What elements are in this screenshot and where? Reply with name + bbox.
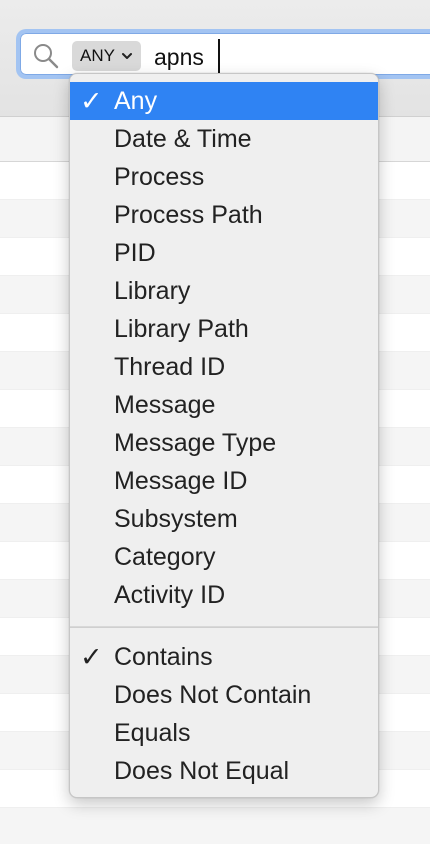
menu-item-date-and-time[interactable]: Date & Time: [70, 120, 378, 158]
checkmark-icon: ✓: [80, 642, 103, 672]
menu-item-label: Date & Time: [114, 125, 252, 153]
menu-item-subsystem[interactable]: Subsystem: [70, 500, 378, 538]
menu-item-label: Equals: [114, 719, 191, 747]
menu-item-label: Does Not Equal: [114, 757, 290, 785]
menu-item-label: Thread ID: [114, 353, 226, 381]
menu-item-library[interactable]: Library: [70, 272, 378, 310]
menu-item-thread-id[interactable]: Thread ID: [70, 348, 378, 386]
search-input[interactable]: apns: [154, 42, 204, 72]
menu-item-message-id[interactable]: Message ID: [70, 462, 378, 500]
menu-item-process-path[interactable]: Process Path: [70, 196, 378, 234]
search-field-menu: ✓ Any Date & Time Process Process Path PID Lib…: [69, 73, 379, 798]
menu-item-label: Process: [114, 163, 205, 191]
menu-item-label: Library Path: [114, 315, 249, 343]
menu-item-label: Process Path: [114, 201, 263, 229]
menu-separator: [70, 626, 378, 628]
menu-item-does-not-equal[interactable]: Does Not Equal: [70, 752, 378, 790]
menu-item-any[interactable]: ✓ Any: [70, 82, 378, 120]
menu-item-category[interactable]: Category: [70, 538, 378, 576]
menu-item-label: Message Type: [114, 429, 277, 457]
menu-item-activity-id[interactable]: Activity ID: [70, 576, 378, 614]
menu-item-message[interactable]: Message: [70, 386, 378, 424]
menu-item-label: PID: [114, 239, 156, 267]
menu-item-label: Message ID: [114, 467, 248, 495]
search-field[interactable]: ANY apns: [16, 29, 430, 79]
console-window: ANY apns ✓ Any Date & Time Process Process P…: [0, 0, 430, 844]
text-cursor: [218, 39, 220, 73]
checkmark-icon: ✓: [80, 86, 103, 116]
menu-item-label: Contains: [114, 643, 213, 671]
menu-item-label: Category: [114, 543, 216, 571]
menu-item-contains[interactable]: ✓ Contains: [70, 638, 378, 676]
menu-item-label: Does Not Contain: [114, 681, 312, 709]
menu-item-pid[interactable]: PID: [70, 234, 378, 272]
menu-item-library-path[interactable]: Library Path: [70, 310, 378, 348]
menu-item-label: Message: [114, 391, 216, 419]
search-field-selector[interactable]: ANY: [72, 41, 141, 71]
menu-item-equals[interactable]: Equals: [70, 714, 378, 752]
menu-item-message-type[interactable]: Message Type: [70, 424, 378, 462]
table-row[interactable]: [0, 808, 430, 844]
menu-item-label: Any: [114, 87, 158, 115]
menu-field-group: ✓ Any Date & Time Process Process Path PID Lib…: [70, 82, 378, 614]
menu-item-label: Library: [114, 277, 191, 305]
field-selector-label: ANY: [80, 46, 115, 65]
menu-item-does-not-contain[interactable]: Does Not Contain: [70, 676, 378, 714]
menu-item-process[interactable]: Process: [70, 158, 378, 196]
menu-item-label: Activity ID: [114, 581, 226, 609]
menu-operator-group: ✓ Contains Does Not Contain Equals Does Not …: [70, 638, 378, 790]
search-icon: [34, 44, 59, 69]
menu-item-label: Subsystem: [114, 505, 238, 533]
chevron-down-icon: [121, 53, 132, 59]
